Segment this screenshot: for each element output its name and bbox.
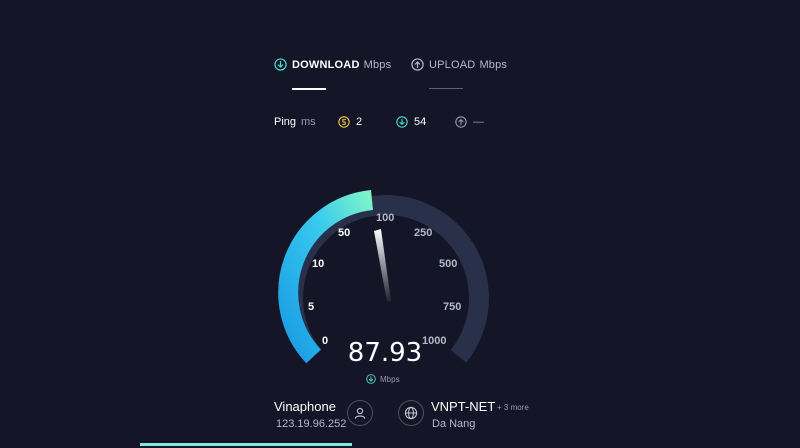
server-more-link[interactable]: + 3 more	[497, 403, 529, 412]
gauge-tick-5: 5	[308, 301, 315, 313]
gauge-tick-500: 500	[439, 258, 458, 270]
user-button[interactable]	[347, 400, 373, 426]
gauge-tick-100: 100	[376, 212, 395, 224]
isp-name: Vinaphone	[274, 399, 336, 414]
gauge-tick-250: 250	[414, 227, 433, 239]
speed-value: 87.93	[347, 338, 423, 368]
server-location: Da Nang	[432, 418, 476, 430]
gauge-needle	[374, 229, 391, 302]
speed-unit: Mbps	[366, 374, 400, 384]
change-server-button[interactable]	[398, 400, 424, 426]
isp-ip: 123.19.96.252	[276, 418, 347, 430]
gauge-tick-10: 10	[312, 258, 325, 270]
globe-icon	[404, 406, 418, 420]
test-progress-bar	[140, 443, 352, 446]
download-arrow-icon	[366, 374, 376, 384]
user-icon	[354, 407, 366, 419]
gauge-tick-0: 0	[322, 335, 329, 347]
gauge-tick-50: 50	[338, 227, 351, 239]
speed-unit-label: Mbps	[380, 374, 400, 384]
gauge-tick-750: 750	[443, 301, 462, 313]
speed-gauge	[278, 190, 489, 364]
server-name[interactable]: VNPT-NET	[431, 399, 495, 414]
